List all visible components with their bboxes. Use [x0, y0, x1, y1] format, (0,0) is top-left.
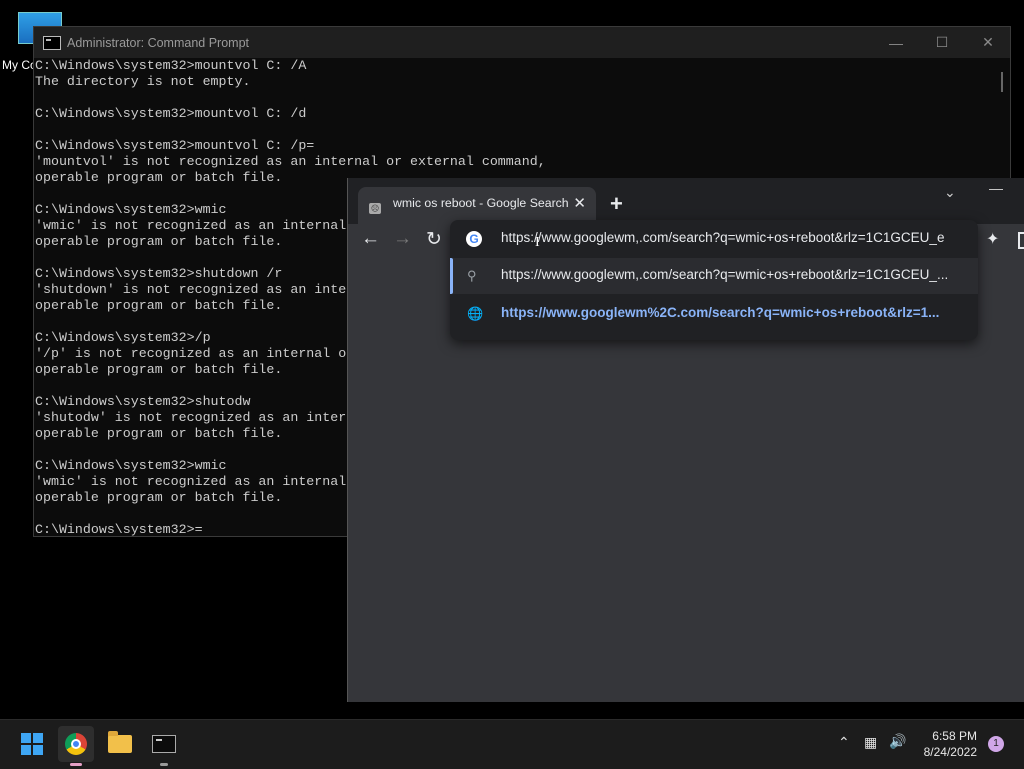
extensions-icon[interactable]: ✦ [986, 229, 999, 249]
windows-icon [21, 733, 43, 755]
globe-icon: 🌐 [467, 306, 484, 321]
taskbar: ⌃ ▦ 🔊 6:58 PM 8/24/2022 1 [0, 719, 1024, 769]
taskbar-chrome[interactable] [58, 726, 94, 766]
omnibox-dropdown: G https://www.googlewm,.com/search?q=wmi… [450, 220, 978, 340]
taskbar-clock[interactable]: 6:58 PM 8/24/2022 [912, 728, 977, 760]
network-icon[interactable]: ▦ [864, 734, 877, 751]
reload-button[interactable]: ↻ [426, 228, 442, 251]
taskbar-file-explorer[interactable] [102, 726, 138, 762]
tab-close-icon[interactable]: ✕ [573, 194, 586, 212]
tab-title: wmic os reboot - Google Search [393, 196, 569, 210]
maximize-button[interactable]: ☐ [919, 27, 965, 58]
terminal-icon [152, 735, 176, 753]
active-indicator [70, 763, 82, 766]
terminal-icon [43, 35, 61, 50]
start-button[interactable] [14, 726, 50, 762]
taskbar-command-prompt[interactable] [146, 726, 182, 766]
cmd-window-title: Administrator: Command Prompt [67, 35, 250, 50]
chevron-up-icon[interactable]: ⌃ [838, 734, 850, 751]
minimize-button[interactable]: — [873, 27, 919, 58]
omnibox-suggestion[interactable]: 🌐 https://www.googlewm%2C.com/search?q=w… [450, 296, 978, 332]
chrome-icon [65, 733, 87, 755]
back-button[interactable]: ← [361, 228, 380, 250]
tab-google-search[interactable]: ☹ wmic os reboot - Google Search ✕ [358, 187, 596, 224]
console-line: C:\Windows\system32>mountvol C: /d [35, 106, 307, 121]
console-line: C:\Windows\system32>mountvol C: /A [35, 58, 307, 73]
google-icon: G [466, 231, 482, 247]
cmd-titlebar[interactable]: Administrator: Command Prompt — ☐ ✕ [34, 27, 1010, 58]
console-line: C:\Windows\system32>mountvol C: /p= [35, 138, 315, 153]
notification-badge[interactable]: 1 [988, 736, 1004, 752]
chevron-down-icon[interactable]: ⌄ [944, 184, 956, 201]
close-button[interactable]: ✕ [965, 27, 1011, 58]
suggestion-text: https://www.googlewm%2C.com/search?q=wmi… [501, 305, 940, 320]
console-line: 'mountvol' is not recognized as an inter… [35, 154, 546, 169]
clock-date: 8/24/2022 [923, 745, 977, 759]
omnibox-suggestion[interactable]: ⚲ https://www.googlewm,.com/search?q=wmi… [450, 258, 978, 294]
side-panel-icon[interactable] [1018, 232, 1024, 249]
minimize-button[interactable]: — [989, 180, 1003, 196]
address-bar-text[interactable]: https://www.googlewm,.com/search?q=wmic+… [501, 230, 959, 245]
running-indicator [160, 763, 168, 766]
tab-strip: ☹ wmic os reboot - Google Search ✕ + ⌄ — [348, 178, 1024, 224]
address-bar[interactable]: G https://www.googlewm,.com/search?q=wmi… [450, 220, 978, 258]
text-cursor-icon: I [535, 235, 540, 250]
volume-icon[interactable]: 🔊 [889, 733, 906, 750]
suggestion-text: https://www.googlewm,.com/search?q=wmic+… [501, 267, 949, 282]
console-line: The directory is not empty. [35, 74, 251, 89]
search-icon: ⚲ [467, 268, 477, 283]
desktop-icon-label: My Co [2, 58, 37, 72]
clock-time: 6:58 PM [932, 729, 977, 743]
cmd-scrollbar[interactable] [1001, 72, 1003, 92]
forward-button[interactable]: → [393, 228, 412, 250]
new-tab-button[interactable]: + [610, 191, 623, 217]
folder-icon [108, 731, 132, 753]
sad-page-icon: ☹ [369, 203, 381, 214]
